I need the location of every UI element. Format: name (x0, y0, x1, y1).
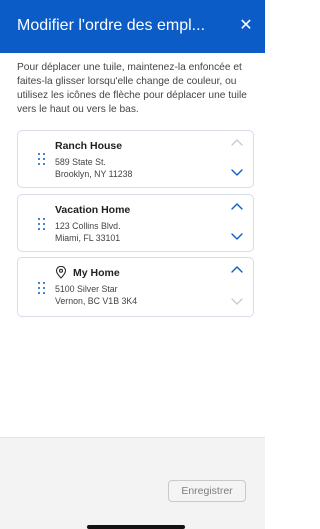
address-line-2: Miami, FL 33101 (55, 233, 121, 243)
drag-handle-icon[interactable] (38, 153, 46, 165)
tile-name: Vacation Home (55, 204, 131, 216)
address-line-1: 5100 Silver Star (55, 284, 118, 294)
drag-handle-icon[interactable] (38, 218, 46, 230)
page-title: Modifier l'ordre des empl... (17, 17, 206, 34)
move-down-icon[interactable] (229, 230, 245, 242)
address-line-2: Brooklyn, NY 11238 (55, 169, 133, 179)
drag-handle-icon[interactable] (38, 282, 46, 294)
address-line-2: Vernon, BC V1B 3K4 (55, 296, 138, 306)
close-button[interactable]: ✕ (237, 17, 255, 35)
modal-footer: Enregistrer (0, 437, 265, 529)
save-button[interactable]: Enregistrer (168, 480, 246, 502)
address-line-1: 123 Collins Blvd. (55, 221, 121, 231)
tile-name: Ranch House (55, 140, 123, 152)
instructions-text: Pour déplacer une tuile, maintenez-la en… (17, 62, 247, 115)
move-up-icon[interactable] (229, 264, 245, 276)
reorder-locations-screen: Modifier l'ordre des empl... ✕ Pour dépl… (0, 0, 265, 529)
close-icon: ✕ (239, 17, 253, 34)
location-tile-vacation-home[interactable]: Vacation Home 123 Collins Blvd. Miami, F… (17, 194, 254, 252)
address-line-1: 589 State St. (55, 157, 106, 167)
location-tile-ranch-house[interactable]: Ranch House 589 State St. Brooklyn, NY 1… (17, 130, 254, 188)
location-tile-my-home[interactable]: My Home 5100 Silver Star Vernon, BC V1B … (17, 257, 254, 317)
modal-header: Modifier l'ordre des empl... ✕ (0, 0, 265, 53)
move-up-icon (231, 139, 243, 146)
location-pin-icon (55, 266, 67, 279)
move-up-icon[interactable] (229, 201, 245, 213)
move-down-icon (231, 298, 243, 305)
move-down-icon[interactable] (229, 166, 245, 178)
home-indicator (87, 525, 185, 529)
tile-name: My Home (73, 267, 120, 279)
